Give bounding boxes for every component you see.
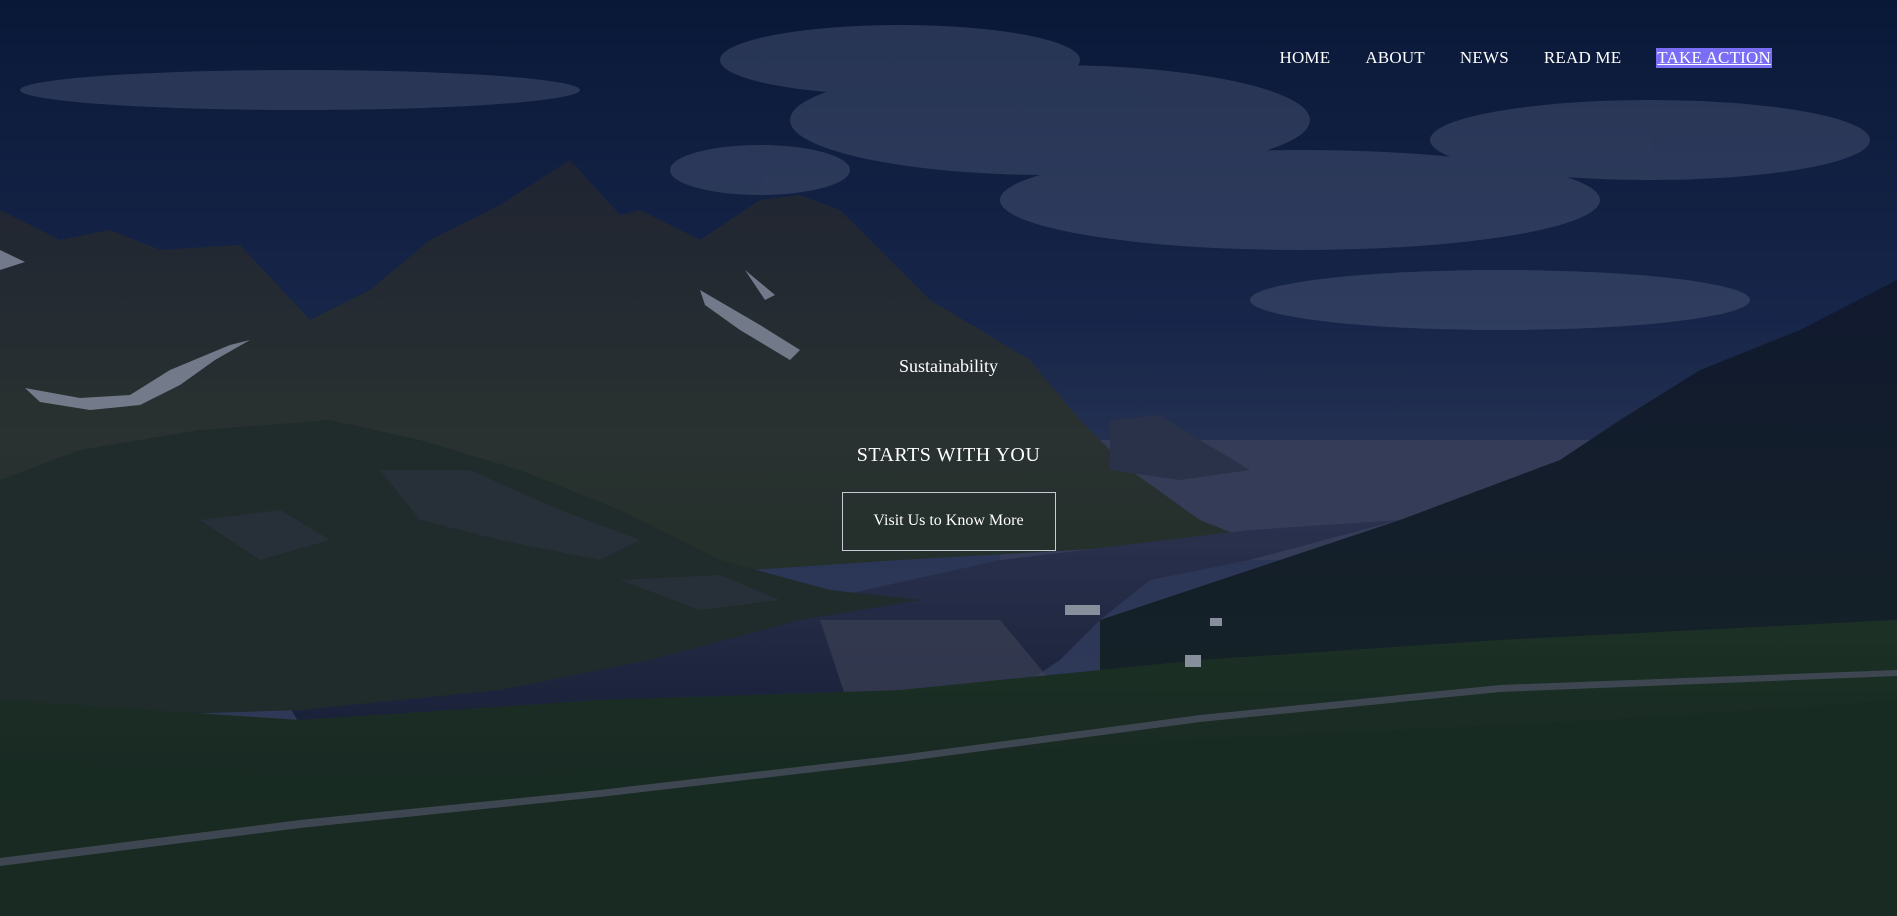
nav-news-link[interactable]: NEWS [1460,48,1509,68]
nav-take-action-link[interactable]: TAKE ACTION [1656,48,1772,68]
visit-us-button[interactable]: Visit Us to Know More [841,492,1056,551]
cta-wrapper: Visit Us to Know More [0,492,1897,551]
hero-headline: STARTS WITH YOU [856,444,1041,466]
nav-about-link[interactable]: ABOUT [1365,48,1425,68]
hero-subtitle: Sustainability [899,356,998,376]
nav-home-link[interactable]: HOME [1279,48,1330,68]
nav-read-me-link[interactable]: READ ME [1544,48,1621,68]
main-nav: HOME ABOUT NEWS READ ME TAKE ACTION [1244,48,1772,68]
hero-section: HOME ABOUT NEWS READ ME TAKE ACTION Sust… [0,0,1897,916]
